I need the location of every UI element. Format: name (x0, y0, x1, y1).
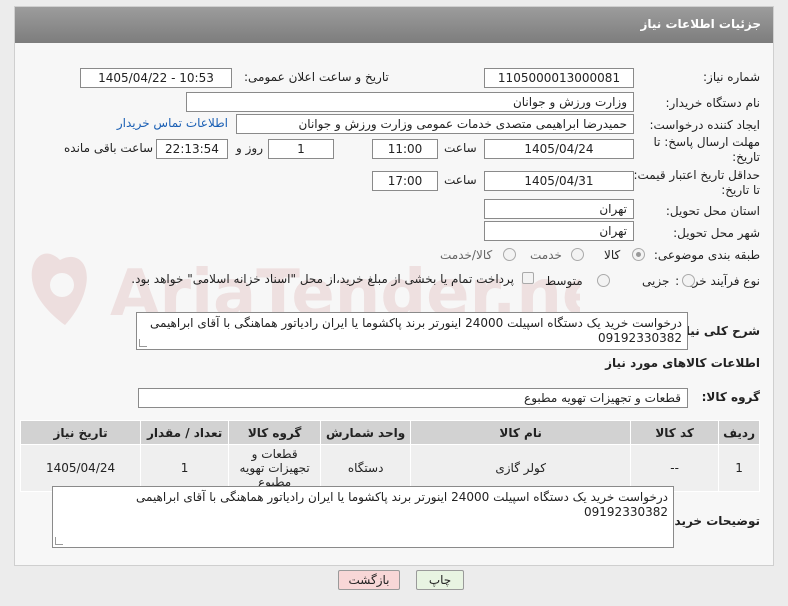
deadline-date-field: 1405/04/24 (484, 139, 634, 159)
city-label: شهر محل تحویل: (673, 226, 760, 240)
price-valid-date-field: 1405/04/31 (484, 171, 634, 191)
process-radio-small[interactable] (682, 274, 695, 287)
announce-field: 1405/04/22 - 10:53 (80, 68, 232, 88)
need-number-label: شماره نیاز: (703, 70, 760, 84)
cell-group: قطعات و تجهیزات تهویه مطبوع (228, 444, 322, 492)
category-option-goods: کالا (604, 248, 621, 262)
resize-handle-icon[interactable] (55, 537, 63, 545)
back-button[interactable]: بازگشت (338, 570, 400, 590)
cell-unit: دستگاه (320, 444, 412, 492)
cell-row-number: 1 (718, 444, 760, 492)
col-group: گروه کالا (228, 420, 322, 445)
announce-label: تاریخ و ساعت اعلان عمومی: (244, 70, 389, 84)
cell-quantity: 1 (140, 444, 230, 492)
creator-field: حمیدرضا ابراهیمی متصدی خدمات عمومی وزارت… (236, 114, 634, 134)
price-valid-time-field: 17:00 (372, 171, 438, 191)
price-valid-time-label: ساعت (444, 173, 477, 187)
creator-label: ایجاد کننده درخواست: (649, 118, 760, 132)
category-radio-service[interactable] (571, 248, 584, 261)
goods-group-label: گروه کالا: (701, 390, 760, 404)
need-number-field: 1105000013000081 (484, 68, 634, 88)
process-option-small: جزیی (642, 274, 670, 288)
goods-table: ردیف کد کالا نام کالا واحد شمارش گروه کا… (19, 420, 760, 492)
category-radio-both[interactable] (503, 248, 516, 261)
cell-item-code: -- (630, 444, 720, 492)
col-row-number: ردیف (718, 420, 760, 445)
buyer-notes-text: درخواست خرید یک دستگاه اسپیلت 24000 اینو… (136, 490, 668, 519)
category-option-both: کالا/خدمت (440, 248, 493, 262)
goods-group-field: قطعات و تجهیزات تهویه مطبوع (138, 388, 688, 408)
buyer-notes-textarea[interactable]: درخواست خرید یک دستگاه اسپیلت 24000 اینو… (52, 486, 674, 548)
cell-item-name: کولر گازی (410, 444, 632, 492)
print-button[interactable]: چاپ (416, 570, 464, 590)
payment-note: پرداخت تمام یا بخشی از مبلغ خرید،از محل … (131, 272, 514, 286)
days-label: روز و (236, 141, 263, 155)
remaining-time-field: 22:13:54 (156, 139, 228, 159)
resize-handle-icon[interactable] (139, 339, 147, 347)
process-radio-medium[interactable] (597, 274, 610, 287)
buyer-org-field: وزارت ورزش و جوانان (186, 92, 634, 112)
province-field: تهران (484, 199, 634, 219)
category-label: طبقه بندی موضوعی: (653, 248, 760, 262)
category-radio-goods[interactable] (632, 248, 645, 261)
city-field: تهران (484, 221, 634, 241)
contact-info-link[interactable]: اطلاعات تماس خریدار (117, 116, 228, 130)
col-quantity: تعداد / مقدار (140, 420, 230, 445)
col-unit: واحد شمارش (320, 420, 412, 445)
buyer-org-label: نام دستگاه خریدار: (665, 96, 761, 110)
deadline-time-field: 11:00 (372, 139, 438, 159)
description-text: درخواست خرید یک دستگاه اسپیلت 24000 اینو… (150, 316, 682, 345)
table-header-row: ردیف کد کالا نام کالا واحد شمارش گروه کا… (19, 420, 760, 445)
process-option-medium: متوسط (545, 274, 583, 288)
table-row: 1 -- کولر گازی دستگاه قطعات و تجهیزات ته… (19, 444, 760, 492)
description-textarea[interactable]: درخواست خرید یک دستگاه اسپیلت 24000 اینو… (136, 312, 688, 350)
deadline-label: مهلت ارسال پاسخ: تا تاریخ: (653, 135, 760, 164)
treasury-payment-checkbox[interactable] (522, 272, 534, 284)
panel-title: جزئیات اطلاعات نیاز (15, 7, 773, 43)
days-field: 1 (268, 139, 334, 159)
cell-need-date: 1405/04/24 (19, 444, 142, 492)
category-option-service: خدمت (530, 248, 562, 262)
col-need-date: تاریخ نیاز (19, 420, 142, 445)
deadline-time-label: ساعت (444, 141, 477, 155)
remaining-label: ساعت باقی مانده (64, 141, 154, 155)
goods-info-heading: اطلاعات کالاهای مورد نیاز (605, 356, 760, 370)
col-item-code: کد کالا (630, 420, 720, 445)
col-item-name: نام کالا (410, 420, 632, 445)
province-label: استان محل تحویل: (665, 204, 760, 218)
price-valid-label: حداقل تاریخ اعتبار قیمت: تا تاریخ: (633, 168, 760, 197)
